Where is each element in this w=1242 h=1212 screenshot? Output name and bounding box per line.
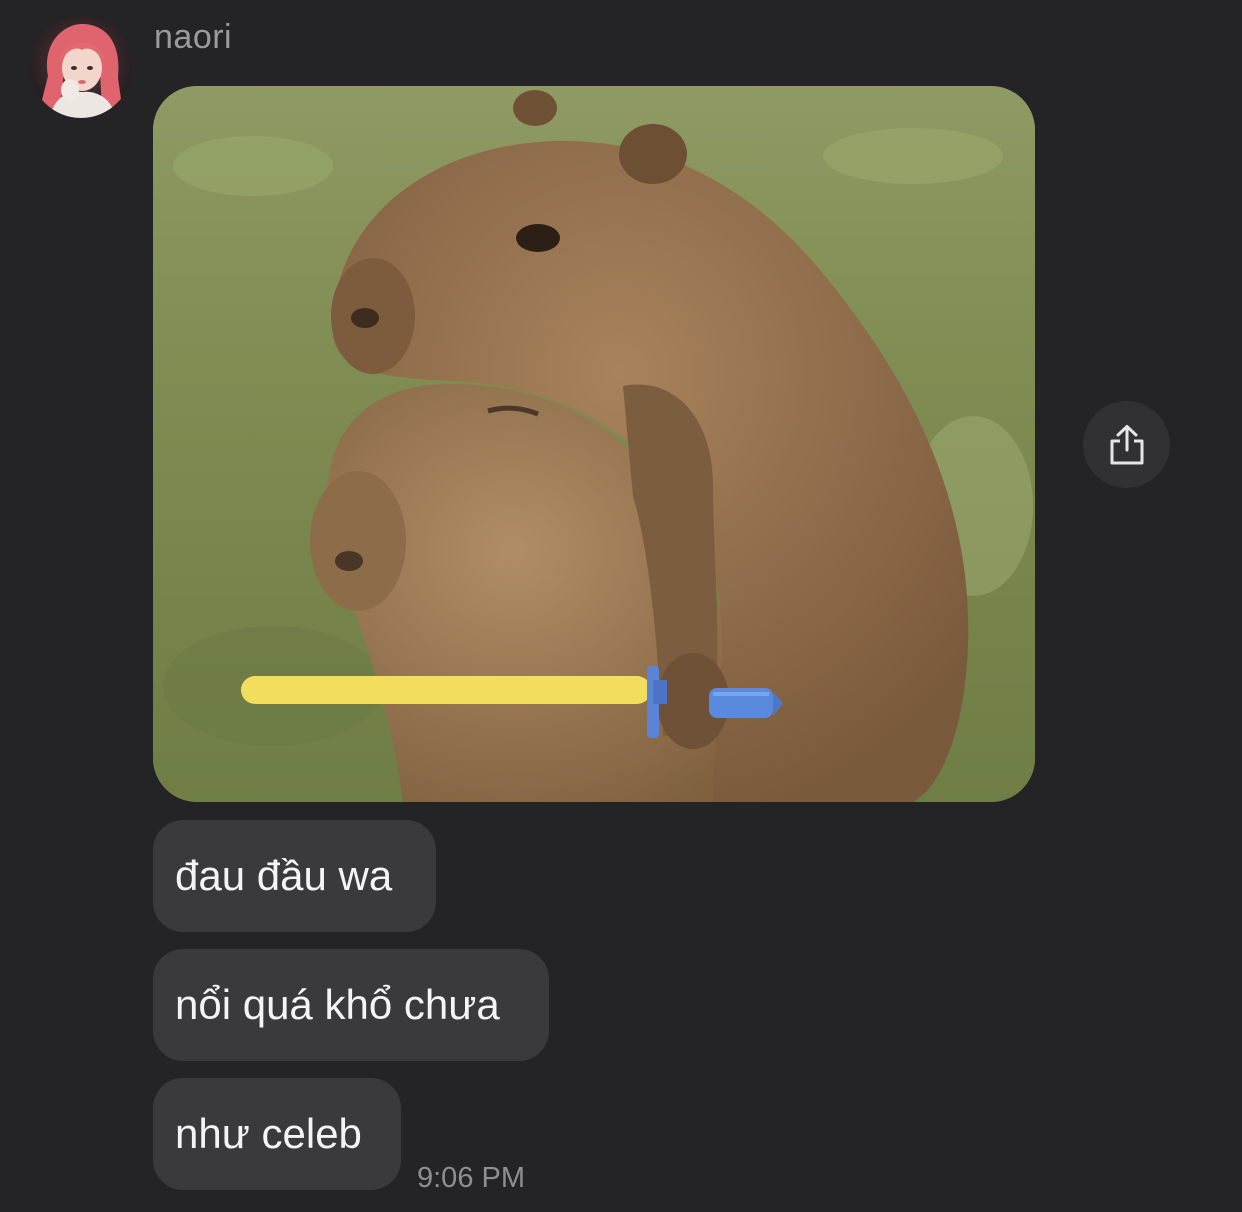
share-icon	[1110, 424, 1143, 464]
chat-screen: naori đau đầu wa nổi quá khổ chưa như ce…	[0, 0, 1242, 1212]
capybara-hug-photo	[153, 86, 1035, 802]
photo-message[interactable]	[153, 86, 1035, 802]
message-bubble[interactable]: nổi quá khổ chưa	[153, 949, 549, 1061]
message-text: như celeb	[175, 1110, 362, 1157]
message-timestamp: 9:06 PM	[417, 1162, 525, 1194]
message-text: đau đầu wa	[175, 852, 393, 899]
avatar[interactable]	[30, 16, 132, 118]
message-text: nổi quá khổ chưa	[175, 981, 500, 1028]
profile-photo-icon	[30, 16, 132, 118]
share-button[interactable]	[1083, 401, 1170, 488]
message-bubble[interactable]: như celeb	[153, 1078, 401, 1190]
sender-name: naori	[154, 18, 233, 56]
message-bubble[interactable]: đau đầu wa	[153, 820, 436, 932]
